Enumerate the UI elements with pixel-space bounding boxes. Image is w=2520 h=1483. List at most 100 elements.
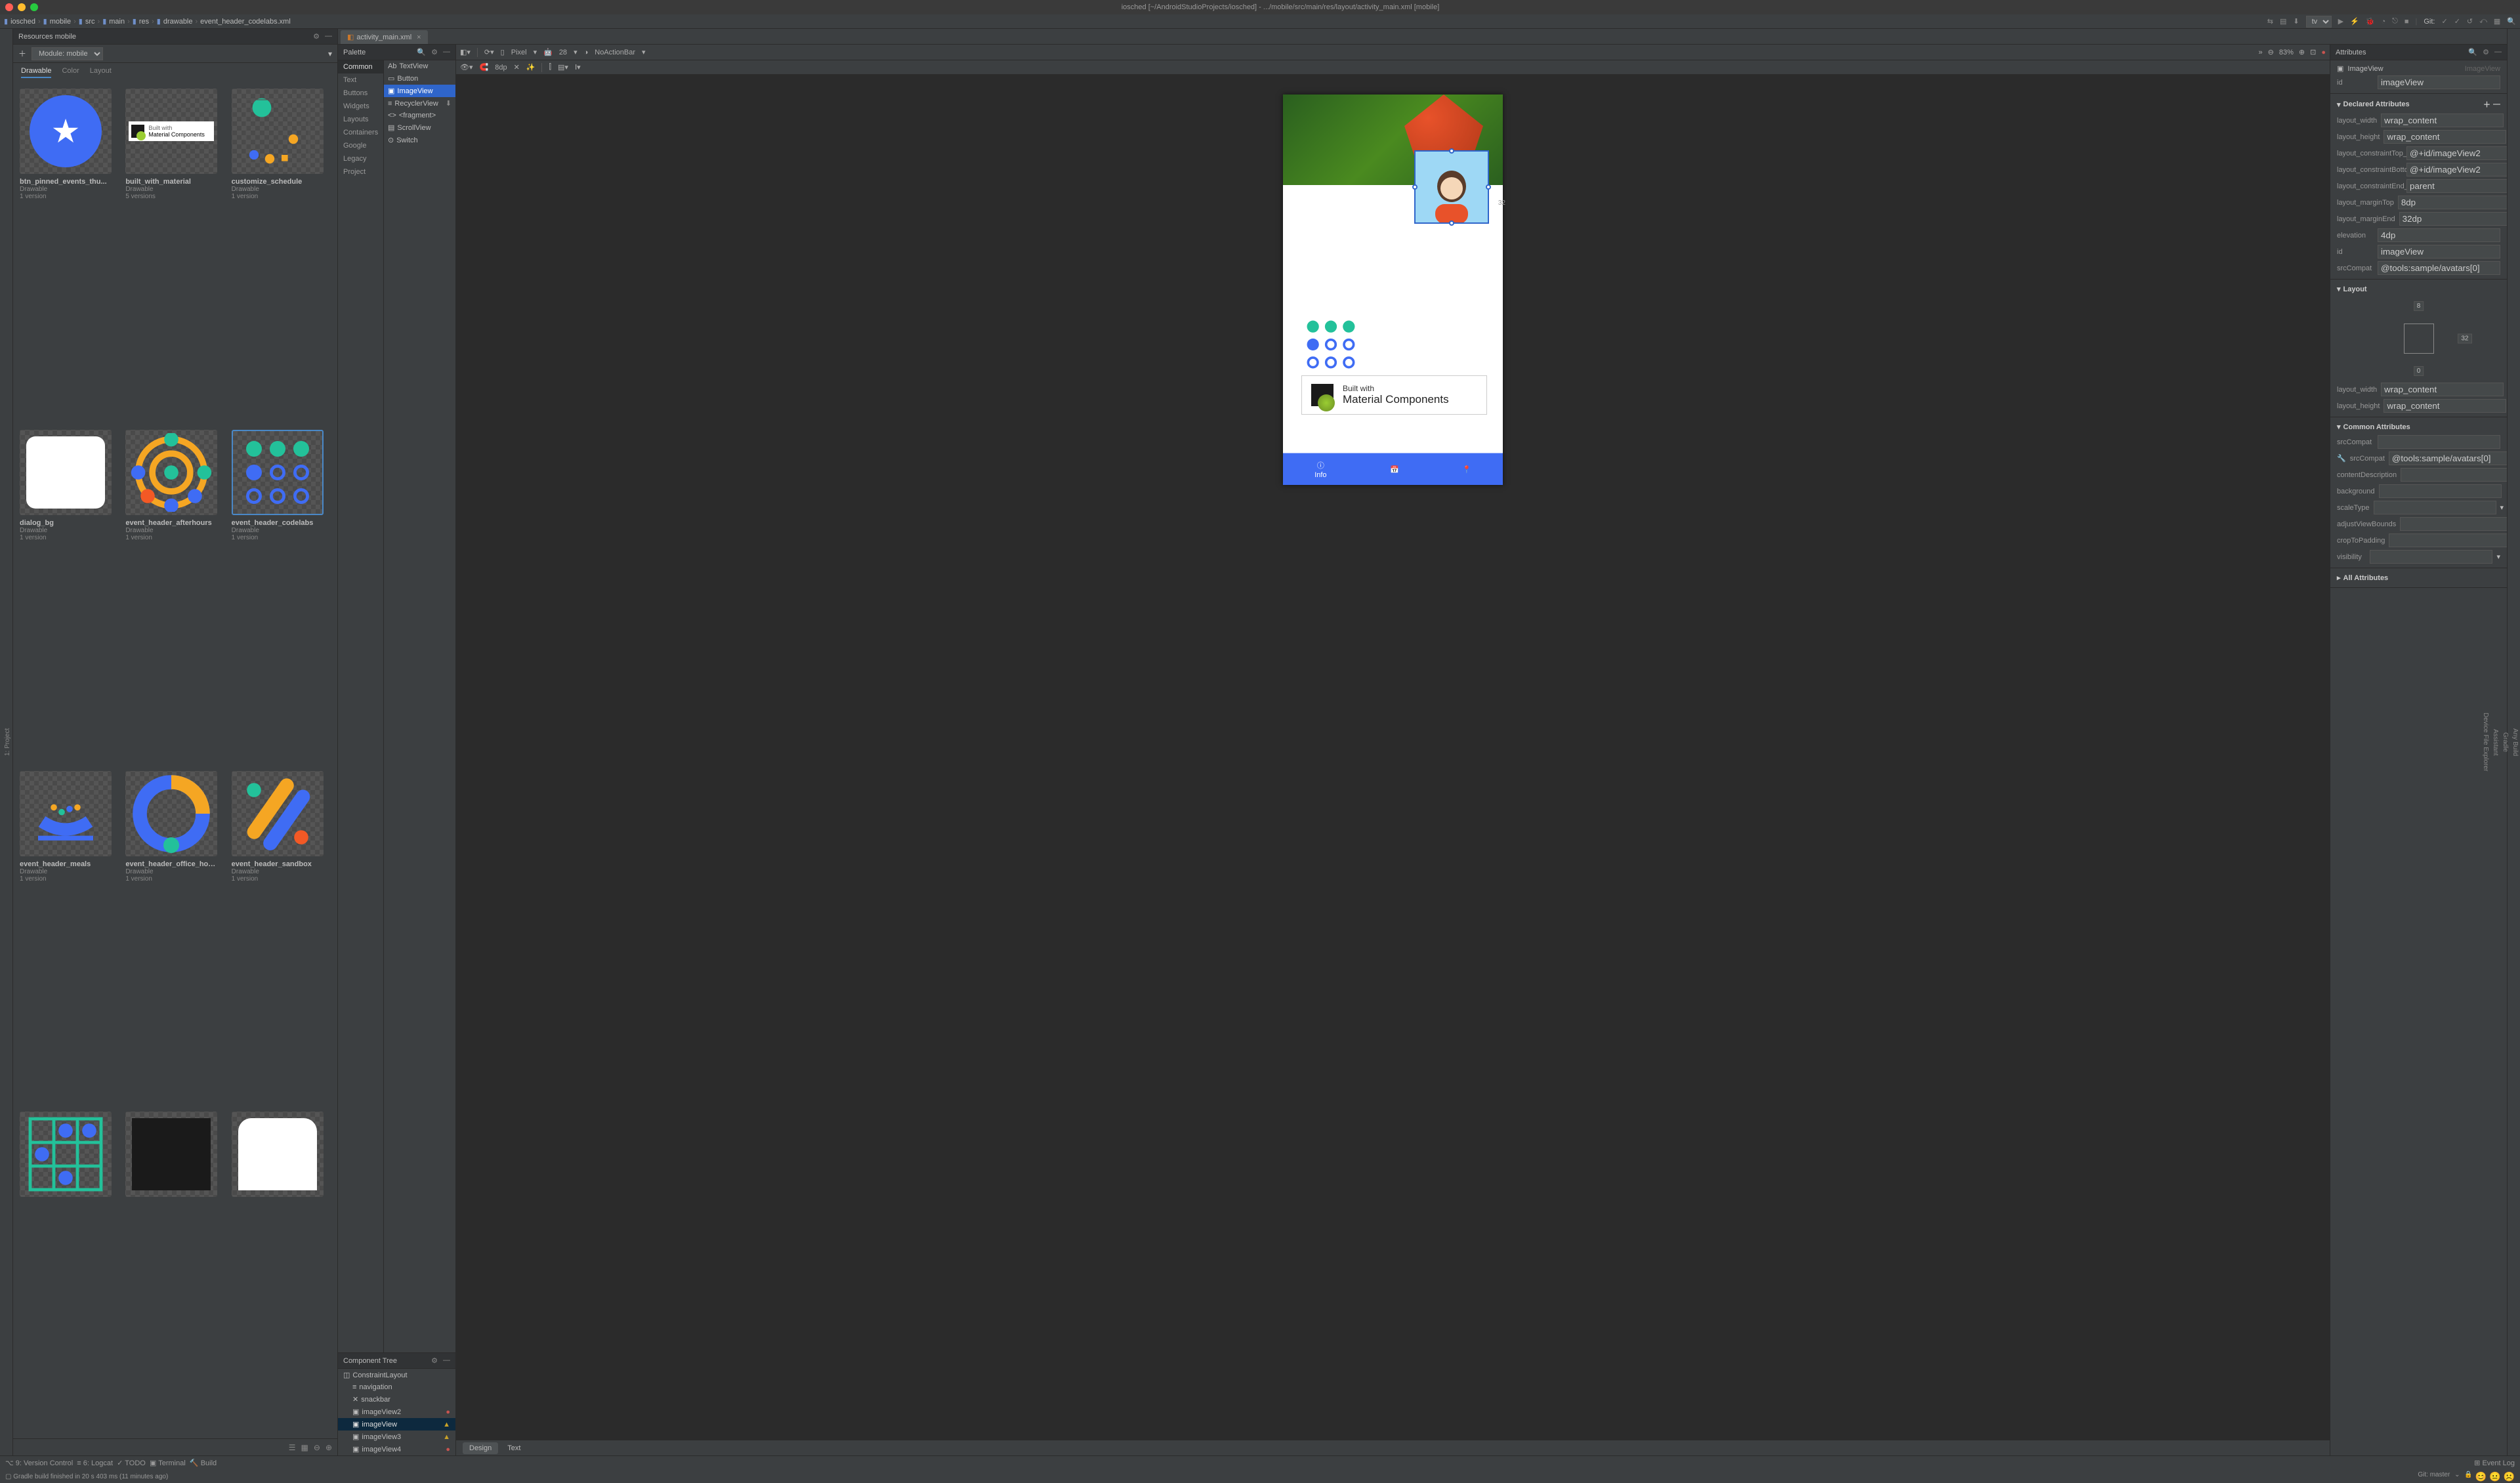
resources-tool-button[interactable]: Resources [0, 29, 3, 1455]
calendar-icon[interactable]: 📅 [1390, 465, 1399, 474]
palette-cat[interactable]: Containers [338, 126, 383, 139]
tree-item[interactable]: ▣imageView2● [338, 1406, 455, 1418]
terminal-tool-button[interactable]: ▣ Terminal [150, 1459, 186, 1467]
add-icon[interactable]: ＋ [18, 48, 26, 59]
module-dropdown[interactable]: Module: mobile [32, 47, 103, 60]
tree-item[interactable]: ≡navigation [338, 1381, 455, 1393]
tree-item[interactable]: ▣imageView3▲ [338, 1431, 455, 1443]
attr-value[interactable] [2374, 501, 2496, 514]
bottom-nav[interactable]: ⓘInfo 📅 📍 [1283, 453, 1503, 485]
sdk-icon[interactable]: ⬇ [2293, 17, 2299, 26]
palette-item[interactable]: ▭Button [384, 72, 455, 85]
resource-item[interactable]: Built withMaterial Components built_with… [125, 89, 224, 423]
logcat-tool-button[interactable]: ≡ 6: Logcat [77, 1459, 113, 1467]
autoconnect-icon[interactable]: 🧲 [480, 63, 489, 72]
structure-icon[interactable]: ▦ [2494, 17, 2500, 26]
editor-tab[interactable]: ◧ activity_main.xml × [341, 30, 428, 44]
tab-drawable[interactable]: Drawable [21, 67, 51, 78]
breadcrumb[interactable]: ▮iosched ›▮mobile ›▮src ›▮main ›▮res ›▮d… [4, 17, 291, 26]
tab-layout[interactable]: Layout [90, 67, 112, 78]
palette-item[interactable]: AbTextView [384, 60, 455, 72]
minimize-icon[interactable]: — [443, 48, 450, 56]
avd-icon[interactable]: ▤ [2280, 17, 2286, 26]
zoom-in-icon[interactable]: ⊕ [326, 1443, 332, 1452]
tree-item[interactable]: ✕snackbar [338, 1393, 455, 1406]
tree-root[interactable]: ◫ConstraintLayout [338, 1369, 455, 1381]
resource-item[interactable]: event_header_afterhours Drawable 1 versi… [125, 430, 224, 764]
zoom-window-icon[interactable] [30, 3, 38, 11]
run-config-dropdown[interactable]: tv [2306, 16, 2332, 28]
view-options-icon[interactable]: 👁▾ [460, 63, 473, 72]
gear-icon[interactable]: ⚙ [431, 48, 438, 56]
palette-cat[interactable]: Legacy [338, 152, 383, 165]
vcs-revert-icon[interactable]: ⤺ [2479, 17, 2487, 26]
surface-icon[interactable]: ◧▾ [460, 48, 471, 56]
attr-value[interactable] [2370, 550, 2492, 564]
todo-tool-button[interactable]: ✓ TODO [117, 1459, 146, 1467]
palette-cat[interactable]: Text [338, 73, 383, 87]
resize-handle[interactable] [1412, 184, 1418, 190]
palette-item[interactable]: ⊙Switch [384, 134, 455, 146]
device-preview[interactable]: 32 Built with Material Components [1283, 94, 1503, 485]
attach-icon[interactable]: ⎋ [2392, 17, 2398, 26]
tab-color[interactable]: Color [62, 67, 79, 78]
text-tab[interactable]: Text [507, 1444, 520, 1452]
device-icon[interactable]: ▯ [501, 48, 505, 56]
palette-item[interactable]: ≡RecyclerView⬇ [384, 97, 455, 110]
resource-item[interactable] [125, 1112, 224, 1432]
preview-imageview3[interactable] [1304, 318, 1358, 371]
orientation-icon[interactable]: ⟳▾ [484, 48, 494, 56]
palette-item[interactable]: ▤ScrollView [384, 121, 455, 134]
resource-item[interactable]: event_header_sandbox Drawable 1 version [232, 771, 331, 1106]
any-build-button[interactable]: Any Build [2510, 29, 2520, 1455]
resource-item[interactable] [20, 1112, 119, 1432]
zoom-out-icon[interactable]: ⊖ [314, 1443, 320, 1452]
issues-icon[interactable]: ● [2321, 49, 2326, 56]
zoom-fit-icon[interactable]: ⊡ [2310, 48, 2316, 56]
lock-icon[interactable]: 🔒 [2464, 1471, 2472, 1482]
pack-icon[interactable]: ⫿ [549, 63, 551, 72]
minimize-window-icon[interactable] [18, 3, 26, 11]
apply-changes-icon[interactable]: ⚡ [2350, 17, 2359, 26]
tree-item[interactable]: ▣imageView4● [338, 1443, 455, 1455]
palette-cat[interactable]: Layouts [338, 113, 383, 126]
info-icon[interactable]: ⓘ [1317, 460, 1324, 470]
palette-item[interactable]: <><fragment> [384, 110, 455, 121]
zoom-in-icon[interactable]: ⊕ [2299, 48, 2305, 56]
gear-icon[interactable]: ⚙ [313, 32, 320, 41]
filter-icon[interactable]: ▾ [328, 49, 332, 58]
theme-icon[interactable]: ◑ [584, 49, 589, 56]
vcs-history-icon[interactable]: ↺ [2467, 17, 2473, 26]
palette-cat[interactable]: Project [338, 165, 383, 178]
search-icon[interactable]: 🔍 [2468, 48, 2477, 56]
infer-icon[interactable]: ✨ [526, 63, 536, 72]
vcs-commit-icon[interactable]: ✓ [2454, 17, 2460, 26]
resource-item[interactable]: event_header_meals Drawable 1 version [20, 771, 119, 1106]
tree-item[interactable]: ▣imageView▲ [338, 1418, 455, 1431]
clear-constraints-icon[interactable]: ✕ [514, 63, 520, 72]
vcs-tool-button[interactable]: ⌥ 9: Version Control [5, 1459, 73, 1467]
list-view-icon[interactable]: ☰ [289, 1443, 296, 1452]
resize-handle[interactable] [1486, 184, 1491, 190]
minimize-icon[interactable]: — [443, 1356, 450, 1365]
palette-cat[interactable]: Widgets [338, 100, 383, 113]
palette-item[interactable]: ▣ImageView [384, 85, 455, 97]
resource-item[interactable]: dialog_bg Drawable 1 version [20, 430, 119, 764]
close-tab-icon[interactable]: × [417, 33, 421, 41]
guidelines-icon[interactable]: Ⅰ▾ [575, 63, 581, 72]
vcs-update-icon[interactable]: ✓ [2441, 17, 2447, 26]
build-tool-button[interactable]: 🔨 Build [190, 1459, 217, 1467]
profile-icon[interactable]: ◔ [2381, 18, 2385, 26]
location-icon[interactable]: 📍 [1462, 465, 1471, 474]
align-icon[interactable]: ▤▾ [558, 63, 568, 72]
grid-view-icon[interactable]: ▦ [301, 1443, 308, 1452]
preview-material-card[interactable]: Built with Material Components [1301, 375, 1487, 415]
constraint-widget[interactable]: 8 32 0 [2370, 303, 2468, 375]
debug-icon[interactable]: 🐞 [2366, 17, 2375, 26]
resize-handle[interactable] [1449, 220, 1454, 226]
sync-icon[interactable]: ⇆ [2267, 17, 2273, 26]
resource-item[interactable]: event_header_office_hours Drawable 1 ver… [125, 771, 224, 1106]
resource-item[interactable]: event_header_codelabs Drawable 1 version [232, 430, 331, 764]
search-icon[interactable]: 🔍 [417, 48, 426, 56]
assistant-button[interactable]: Assistant [2490, 29, 2500, 1455]
